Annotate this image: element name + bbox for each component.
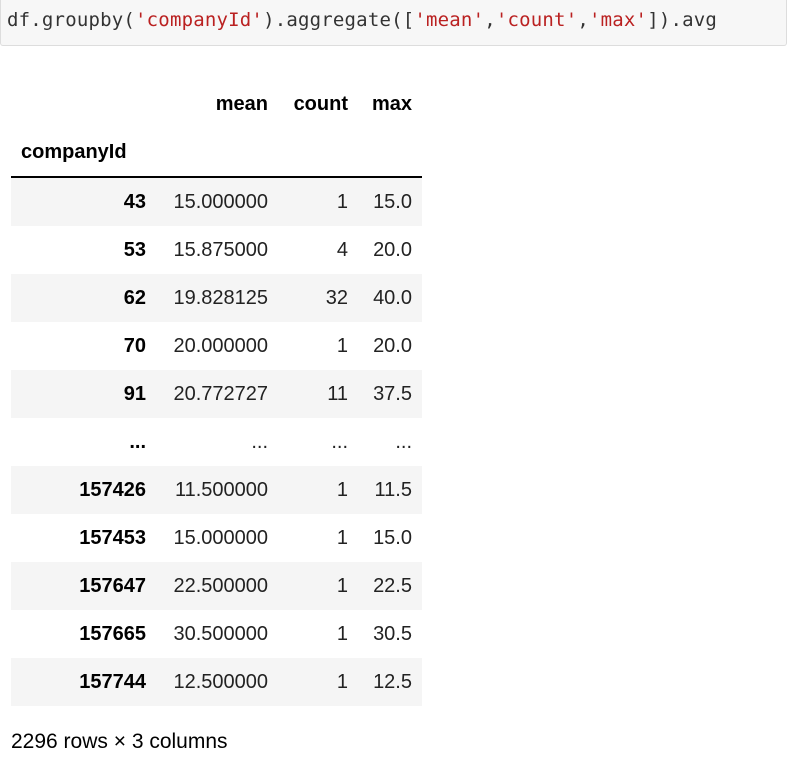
code-token: , [484, 9, 496, 31]
cell-count: ... [331, 431, 348, 453]
column-header-count: count [293, 93, 348, 115]
column-header-row: mean count max [11, 80, 422, 128]
cell-mean: 19.828125 [173, 287, 268, 309]
table-row: 157453 15.000000 1 15.0 [11, 514, 422, 562]
table-row: 157647 22.500000 1 22.5 [11, 562, 422, 610]
cell-max: 37.5 [373, 383, 412, 405]
row-index: 157744 [79, 671, 146, 693]
code-line[interactable]: df.groupby('companyId').aggregate(['mean… [7, 9, 717, 31]
cell-mean: 30.500000 [173, 623, 268, 645]
cell-count: 4 [336, 239, 348, 261]
cell-max: 15.0 [373, 527, 412, 549]
code-cell[interactable]: df.groupby('companyId').aggregate(['mean… [0, 0, 787, 46]
cell-mean: 11.500000 [174, 479, 268, 501]
cell-max: 30.5 [373, 623, 412, 645]
code-token: , [577, 9, 589, 31]
cell-count: 32 [325, 287, 348, 309]
row-index: 157426 [79, 479, 146, 501]
row-index: 43 [123, 191, 146, 213]
cell-mean: 15.000000 [173, 527, 268, 549]
row-index: 70 [123, 335, 146, 357]
cell-max: 15.0 [373, 191, 412, 213]
dataframe-shape-footer: 2296 rows × 3 columns [11, 730, 228, 753]
column-header-max: max [371, 93, 412, 115]
column-header-mean: mean [215, 93, 268, 115]
cell-mean: 20.000000 [173, 335, 268, 357]
index-header-blank [11, 80, 156, 128]
index-name-row: companyId [11, 128, 422, 177]
cell-count: 1 [336, 479, 348, 501]
table-row: 43 15.000000 1 15.0 [11, 177, 422, 226]
row-index: 53 [123, 239, 146, 261]
table-row: 53 15.875000 4 20.0 [11, 226, 422, 274]
cell-mean: 20.772727 [173, 383, 268, 405]
table-row: 91 20.772727 11 37.5 [11, 370, 422, 418]
row-index: 157665 [79, 623, 146, 645]
cell-max: 11.5 [374, 479, 412, 501]
table-body: 43 15.000000 1 15.0 53 15.875000 4 20.0 … [11, 177, 422, 706]
cell-count: 1 [336, 623, 348, 645]
cell-mean: 12.500000 [173, 671, 268, 693]
cell-count: 1 [336, 575, 348, 597]
code-string-token: 'max' [588, 9, 648, 31]
index-name-blank-3 [358, 128, 422, 177]
index-name-label: companyId [21, 141, 127, 163]
table-row: 157665 30.500000 1 30.5 [11, 610, 422, 658]
cell-mean: 15.875000 [173, 239, 268, 261]
row-index: ... [129, 431, 146, 453]
code-string-token: 'count' [495, 9, 578, 31]
code-string-token: 'companyId' [135, 9, 264, 31]
cell-max: 20.0 [373, 239, 412, 261]
cell-max: 12.5 [373, 671, 412, 693]
index-name-blank-2 [278, 128, 358, 177]
dataframe-table: mean count max companyId 43 15.000000 1 … [11, 80, 422, 706]
row-index: 157453 [79, 527, 146, 549]
cell-max: 40.0 [373, 287, 412, 309]
cell-mean: ... [251, 431, 268, 453]
cell-max: 22.5 [373, 575, 412, 597]
table-row: 70 20.000000 1 20.0 [11, 322, 422, 370]
cell-count: 11 [327, 383, 348, 405]
code-token: ).aggregate([ [263, 9, 415, 31]
cell-max: ... [395, 431, 412, 453]
row-index: 91 [123, 383, 146, 405]
table-row: 62 19.828125 32 40.0 [11, 274, 422, 322]
code-token: ]).avg [647, 9, 718, 31]
cell-max: 20.0 [373, 335, 412, 357]
cell-mean: 22.500000 [173, 575, 268, 597]
cell-count: 1 [336, 335, 348, 357]
cell-mean: 15.000000 [173, 191, 268, 213]
table-row: 157426 11.500000 1 11.5 [11, 466, 422, 514]
table-row-ellipsis: ... ... ... ... [11, 418, 422, 466]
cell-count: 1 [336, 671, 348, 693]
table-row: 157744 12.500000 1 12.5 [11, 658, 422, 706]
index-name-blank-1 [156, 128, 278, 177]
code-string-token: 'mean' [414, 9, 485, 31]
row-index: 157647 [79, 575, 146, 597]
cell-count: 1 [336, 527, 348, 549]
cell-count: 1 [336, 191, 348, 213]
code-token: df.groupby( [7, 9, 136, 31]
row-index: 62 [123, 287, 146, 309]
